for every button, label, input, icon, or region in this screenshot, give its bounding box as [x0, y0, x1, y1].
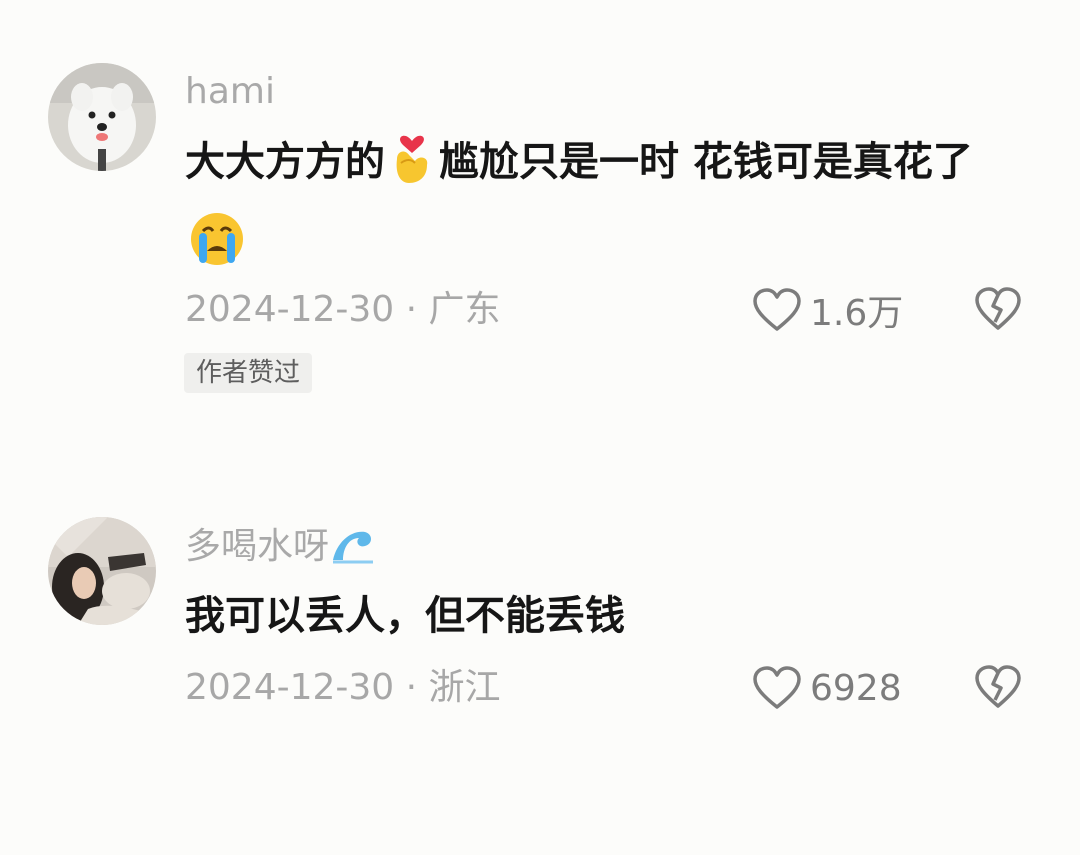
dog-avatar-image: [48, 63, 156, 171]
finger-heart-emoji: [389, 129, 435, 208]
date-location: 2024-12-30 · 浙江: [185, 667, 501, 708]
heart-icon: [753, 288, 801, 331]
wave-emoji: [331, 524, 375, 575]
dislike-button[interactable]: [974, 664, 1022, 712]
date-location: 2024-12-30 · 广东: [185, 289, 501, 330]
comment-text: 我可以丢人，但不能丢钱: [185, 593, 625, 639]
username[interactable]: 多喝水呀: [185, 524, 379, 575]
username[interactable]: hami: [185, 70, 275, 114]
heart-icon: [753, 666, 801, 709]
comment-text-part: 大大方方的: [185, 139, 385, 185]
girl-avatar-image: [48, 517, 156, 625]
dislike-button[interactable]: [974, 286, 1022, 334]
comment-text-part: 尴尬只是一时 花钱可是真花了: [439, 139, 973, 185]
broken-heart-icon: [975, 665, 1021, 708]
author-liked-badge: 作者赞过: [184, 353, 313, 393]
avatar[interactable]: [48, 517, 156, 625]
broken-heart-icon: [975, 287, 1021, 330]
avatar[interactable]: [48, 63, 156, 171]
like-count: 6928: [810, 667, 902, 709]
username-text: 多喝水呀: [185, 526, 330, 567]
comment-text: 大大方方的 尴尬只是一时 花钱可是真花了: [185, 126, 1035, 290]
like-button[interactable]: 1.6万: [752, 284, 903, 336]
crying-face-emoji: [189, 211, 245, 290]
like-button[interactable]: 6928: [752, 662, 902, 714]
like-count: 1.6万: [810, 293, 904, 334]
